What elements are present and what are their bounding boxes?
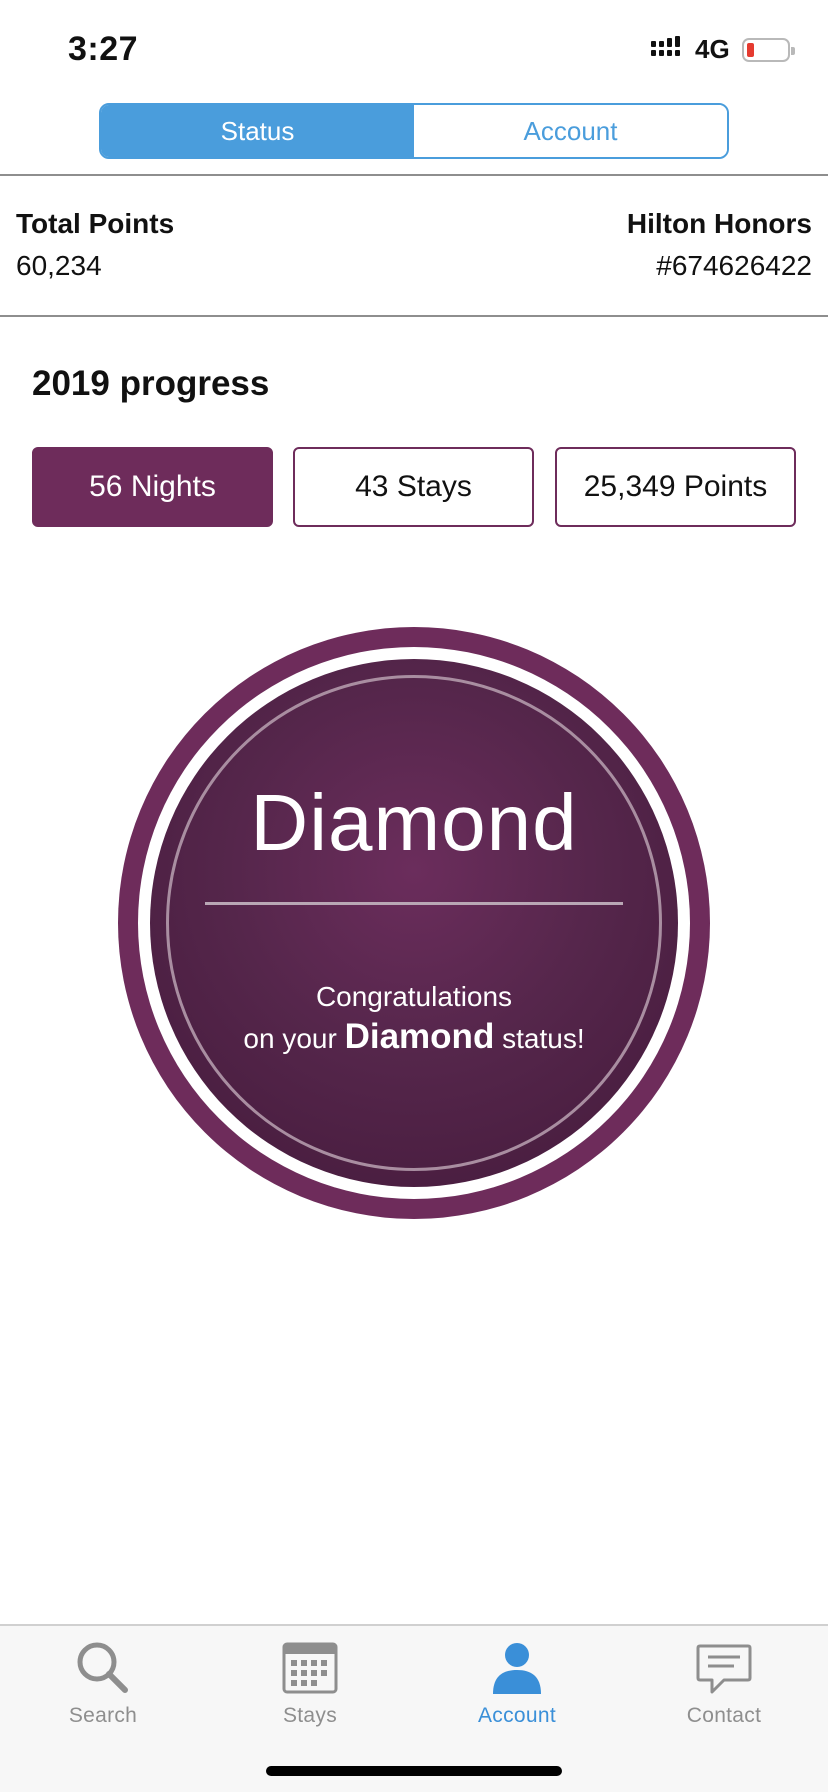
segment-account[interactable]: Account (414, 105, 727, 157)
congrats-suffix: status! (502, 1023, 585, 1054)
chat-icon (696, 1644, 752, 1694)
total-points-value: 60,234 (16, 250, 102, 281)
network-type: 4G (695, 34, 730, 64)
tier-badge: Diamond Congratulations on your Diamond … (118, 627, 710, 1219)
tier-name: Diamond (250, 778, 578, 867)
tier-badge-ring (166, 675, 662, 1171)
hilton-honors-label: Hilton Honors (626, 208, 812, 239)
divider (0, 315, 828, 317)
congrats-message: Congratulations on your Diamond status! (150, 977, 678, 1059)
tab-contact[interactable]: Contact (644, 1638, 804, 1728)
congrats-line2: on your Diamond status! (150, 1017, 678, 1059)
tier-badge-inner: Diamond Congratulations on your Diamond … (150, 659, 678, 1187)
tab-label: Search (68, 1704, 138, 1727)
signal-icon (651, 36, 680, 56)
divider (0, 174, 828, 176)
status-bar: 3:27 4G (0, 0, 828, 96)
tab-label: Account (478, 1704, 556, 1727)
progress-tab-points[interactable]: 25,349 Points (555, 447, 796, 527)
total-points-label: Total Points (16, 208, 175, 239)
progress-tab-stays[interactable]: 43 Stays (293, 447, 534, 527)
status-account-segmented-control: Status Account (99, 103, 729, 159)
calendar-icon (282, 1642, 338, 1694)
battery-low-icon (742, 38, 795, 62)
progress-tab-nights[interactable]: 56 Nights (32, 447, 273, 527)
tab-account[interactable]: Account (437, 1638, 597, 1728)
home-indicator (266, 1766, 562, 1776)
segment-status[interactable]: Status (101, 105, 414, 157)
hilton-honors-number: #674626422 (656, 250, 812, 281)
search-icon (77, 1642, 128, 1693)
tab-label: Contact (686, 1704, 762, 1727)
tier-divider (205, 902, 623, 905)
progress-title: 2019 progress (32, 364, 270, 403)
congrats-line1: Congratulations (315, 981, 513, 1012)
tab-search[interactable]: Search (23, 1638, 183, 1728)
tab-stays[interactable]: Stays (230, 1638, 390, 1728)
tab-label: Stays (282, 1704, 338, 1727)
person-icon (493, 1643, 541, 1694)
congrats-prefix: on your (243, 1023, 337, 1054)
congrats-tier: Diamond (344, 1017, 495, 1056)
status-time: 3:27 (68, 30, 139, 68)
